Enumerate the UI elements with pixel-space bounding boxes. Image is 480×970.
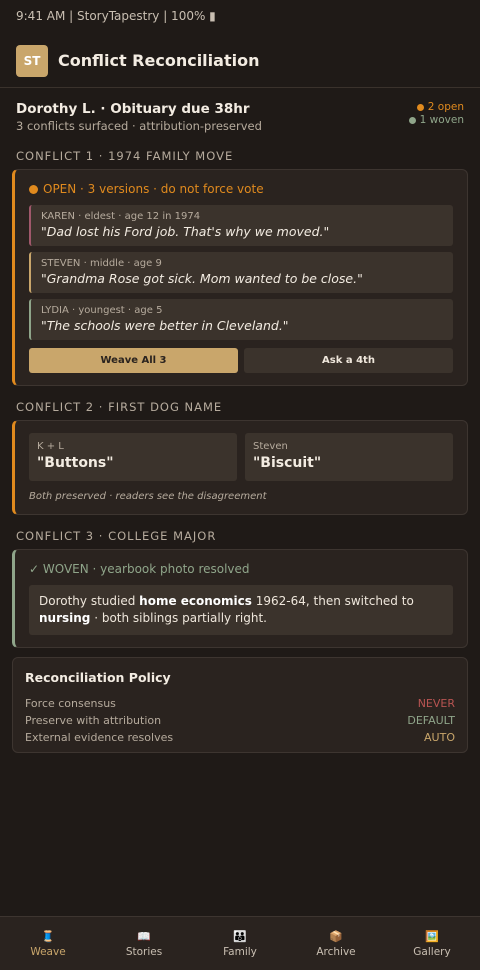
dog-option-kl[interactable]: K + L "Buttons" xyxy=(29,433,237,481)
policy-value: AUTO xyxy=(424,731,455,744)
policy-value: DEFAULT xyxy=(407,714,455,727)
woven-count: 1 woven xyxy=(408,114,464,127)
summary-subtitle: 3 conflicts surfaced · attribution-prese… xyxy=(16,119,262,133)
policy-label: Preserve with attribution xyxy=(25,714,162,727)
version-meta: LYDIA · youngest · age 5 xyxy=(41,305,163,316)
ask-fourth-button[interactable]: Ask a 4th xyxy=(244,348,453,373)
conflict1-card: OPEN · 3 versions · do not force vote KA… xyxy=(12,169,468,386)
page-title: Conflict Reconciliation xyxy=(58,51,260,70)
resolution-text: 1962-64, then switched to xyxy=(251,594,414,608)
version-steven[interactable]: STEVEN · middle · age 9 "Grandma Rose go… xyxy=(29,252,453,293)
picture-icon: 🖼️ xyxy=(425,929,439,943)
app-header: ST Conflict Reconciliation xyxy=(0,34,480,88)
open-count-label: 2 open xyxy=(427,101,464,113)
dog-option-who: Steven xyxy=(253,441,288,452)
family-icon: 👪 xyxy=(233,929,247,943)
tab-stories[interactable]: 📖 Stories xyxy=(96,917,192,970)
status-legend: 2 open 1 woven xyxy=(408,101,464,133)
conflict2-card: K + L "Buttons" Steven "Biscuit" Both pr… xyxy=(12,420,468,515)
dog-option-steven[interactable]: Steven "Biscuit" xyxy=(245,433,453,481)
version-meta: STEVEN · middle · age 9 xyxy=(41,258,162,269)
policy-row-force: Force consensus NEVER xyxy=(25,695,455,712)
tab-label: Archive xyxy=(316,945,356,958)
thread-icon: 🧵 xyxy=(41,929,55,943)
tab-label: Weave xyxy=(30,945,66,958)
conflict2-label: CONFLICT 2 · FIRST DOG NAME xyxy=(16,400,223,414)
open-dot-icon xyxy=(416,104,424,111)
obituary-summary: Dorothy L. · Obituary due 38hr 3 conflic… xyxy=(0,88,480,133)
resolution-text: · both siblings partially right. xyxy=(90,611,267,625)
weave-all-button[interactable]: Weave All 3 xyxy=(29,348,238,373)
dog-option-name: "Buttons" xyxy=(37,455,114,471)
conflict3-label: CONFLICT 3 · COLLEGE MAJOR xyxy=(16,529,217,543)
policy-title: Reconciliation Policy xyxy=(25,670,171,685)
resolution-text: Dorothy studied xyxy=(39,594,140,608)
tab-label: Family xyxy=(223,945,257,958)
tab-family[interactable]: 👪 Family xyxy=(192,917,288,970)
dog-option-name: "Biscuit" xyxy=(253,455,322,471)
dog-name-options: K + L "Buttons" Steven "Biscuit" xyxy=(29,433,453,481)
app-logo: ST xyxy=(16,44,48,77)
version-karen[interactable]: KAREN · eldest · age 12 in 1974 "Dad los… xyxy=(29,205,453,246)
version-quote: "Grandma Rose got sick. Mom wanted to be… xyxy=(41,271,363,286)
tab-gallery[interactable]: 🖼️ Gallery xyxy=(384,917,480,970)
version-meta: KAREN · eldest · age 12 in 1974 xyxy=(41,211,201,222)
conflict1-status-text: OPEN · 3 versions · do not force vote xyxy=(43,182,264,196)
resolution-highlight: nursing xyxy=(39,611,91,625)
book-icon: 📖 xyxy=(137,929,151,943)
tab-label: Stories xyxy=(125,945,163,958)
conflict3-card: ✓ WOVEN · yearbook photo resolved Doroth… xyxy=(12,549,468,648)
open-status-dot-icon xyxy=(29,184,38,194)
tab-archive[interactable]: 📦 Archive xyxy=(288,917,384,970)
policy-row-external: External evidence resolves AUTO xyxy=(25,729,455,746)
policy-value: NEVER xyxy=(417,697,455,710)
policy-row-preserve: Preserve with attribution DEFAULT xyxy=(25,712,455,729)
policy-label: Force consensus xyxy=(25,697,116,710)
tab-label: Gallery xyxy=(413,945,451,958)
status-bar: 9:41 AM | StoryTapestry | 100% ▮ xyxy=(16,9,216,23)
version-quote: "Dad lost his Ford job. That's why we mo… xyxy=(41,224,330,239)
policy-card: Reconciliation Policy Force consensus NE… xyxy=(12,657,468,753)
box-icon: 📦 xyxy=(329,929,343,943)
conflict1-actions: Weave All 3 Ask a 4th xyxy=(29,348,453,373)
tab-weave[interactable]: 🧵 Weave xyxy=(0,917,96,970)
open-count: 2 open xyxy=(409,101,464,114)
conflict1-status: OPEN · 3 versions · do not force vote xyxy=(29,182,453,196)
version-lydia[interactable]: LYDIA · youngest · age 5 "The schools we… xyxy=(29,299,453,340)
summary-title: Dorothy L. · Obituary due 38hr xyxy=(16,101,250,117)
policy-label: External evidence resolves xyxy=(25,731,174,744)
conflict2-note: Both preserved · readers see the disagre… xyxy=(29,491,267,502)
woven-dot-icon xyxy=(408,117,416,124)
version-quote: "The schools were better in Cleveland." xyxy=(41,318,289,333)
resolution-highlight: home economics xyxy=(139,594,252,608)
bottom-tab-bar: 🧵 Weave 📖 Stories 👪 Family 📦 Archive 🖼️ … xyxy=(0,916,480,970)
conflict3-status: ✓ WOVEN · yearbook photo resolved xyxy=(29,562,250,576)
conflict3-resolution: Dorothy studied home economics 1962-64, … xyxy=(29,585,453,635)
woven-count-label: 1 woven xyxy=(419,114,464,126)
conflict1-label: CONFLICT 1 · 1974 FAMILY MOVE xyxy=(16,149,234,163)
dog-option-who: K + L xyxy=(37,441,64,452)
